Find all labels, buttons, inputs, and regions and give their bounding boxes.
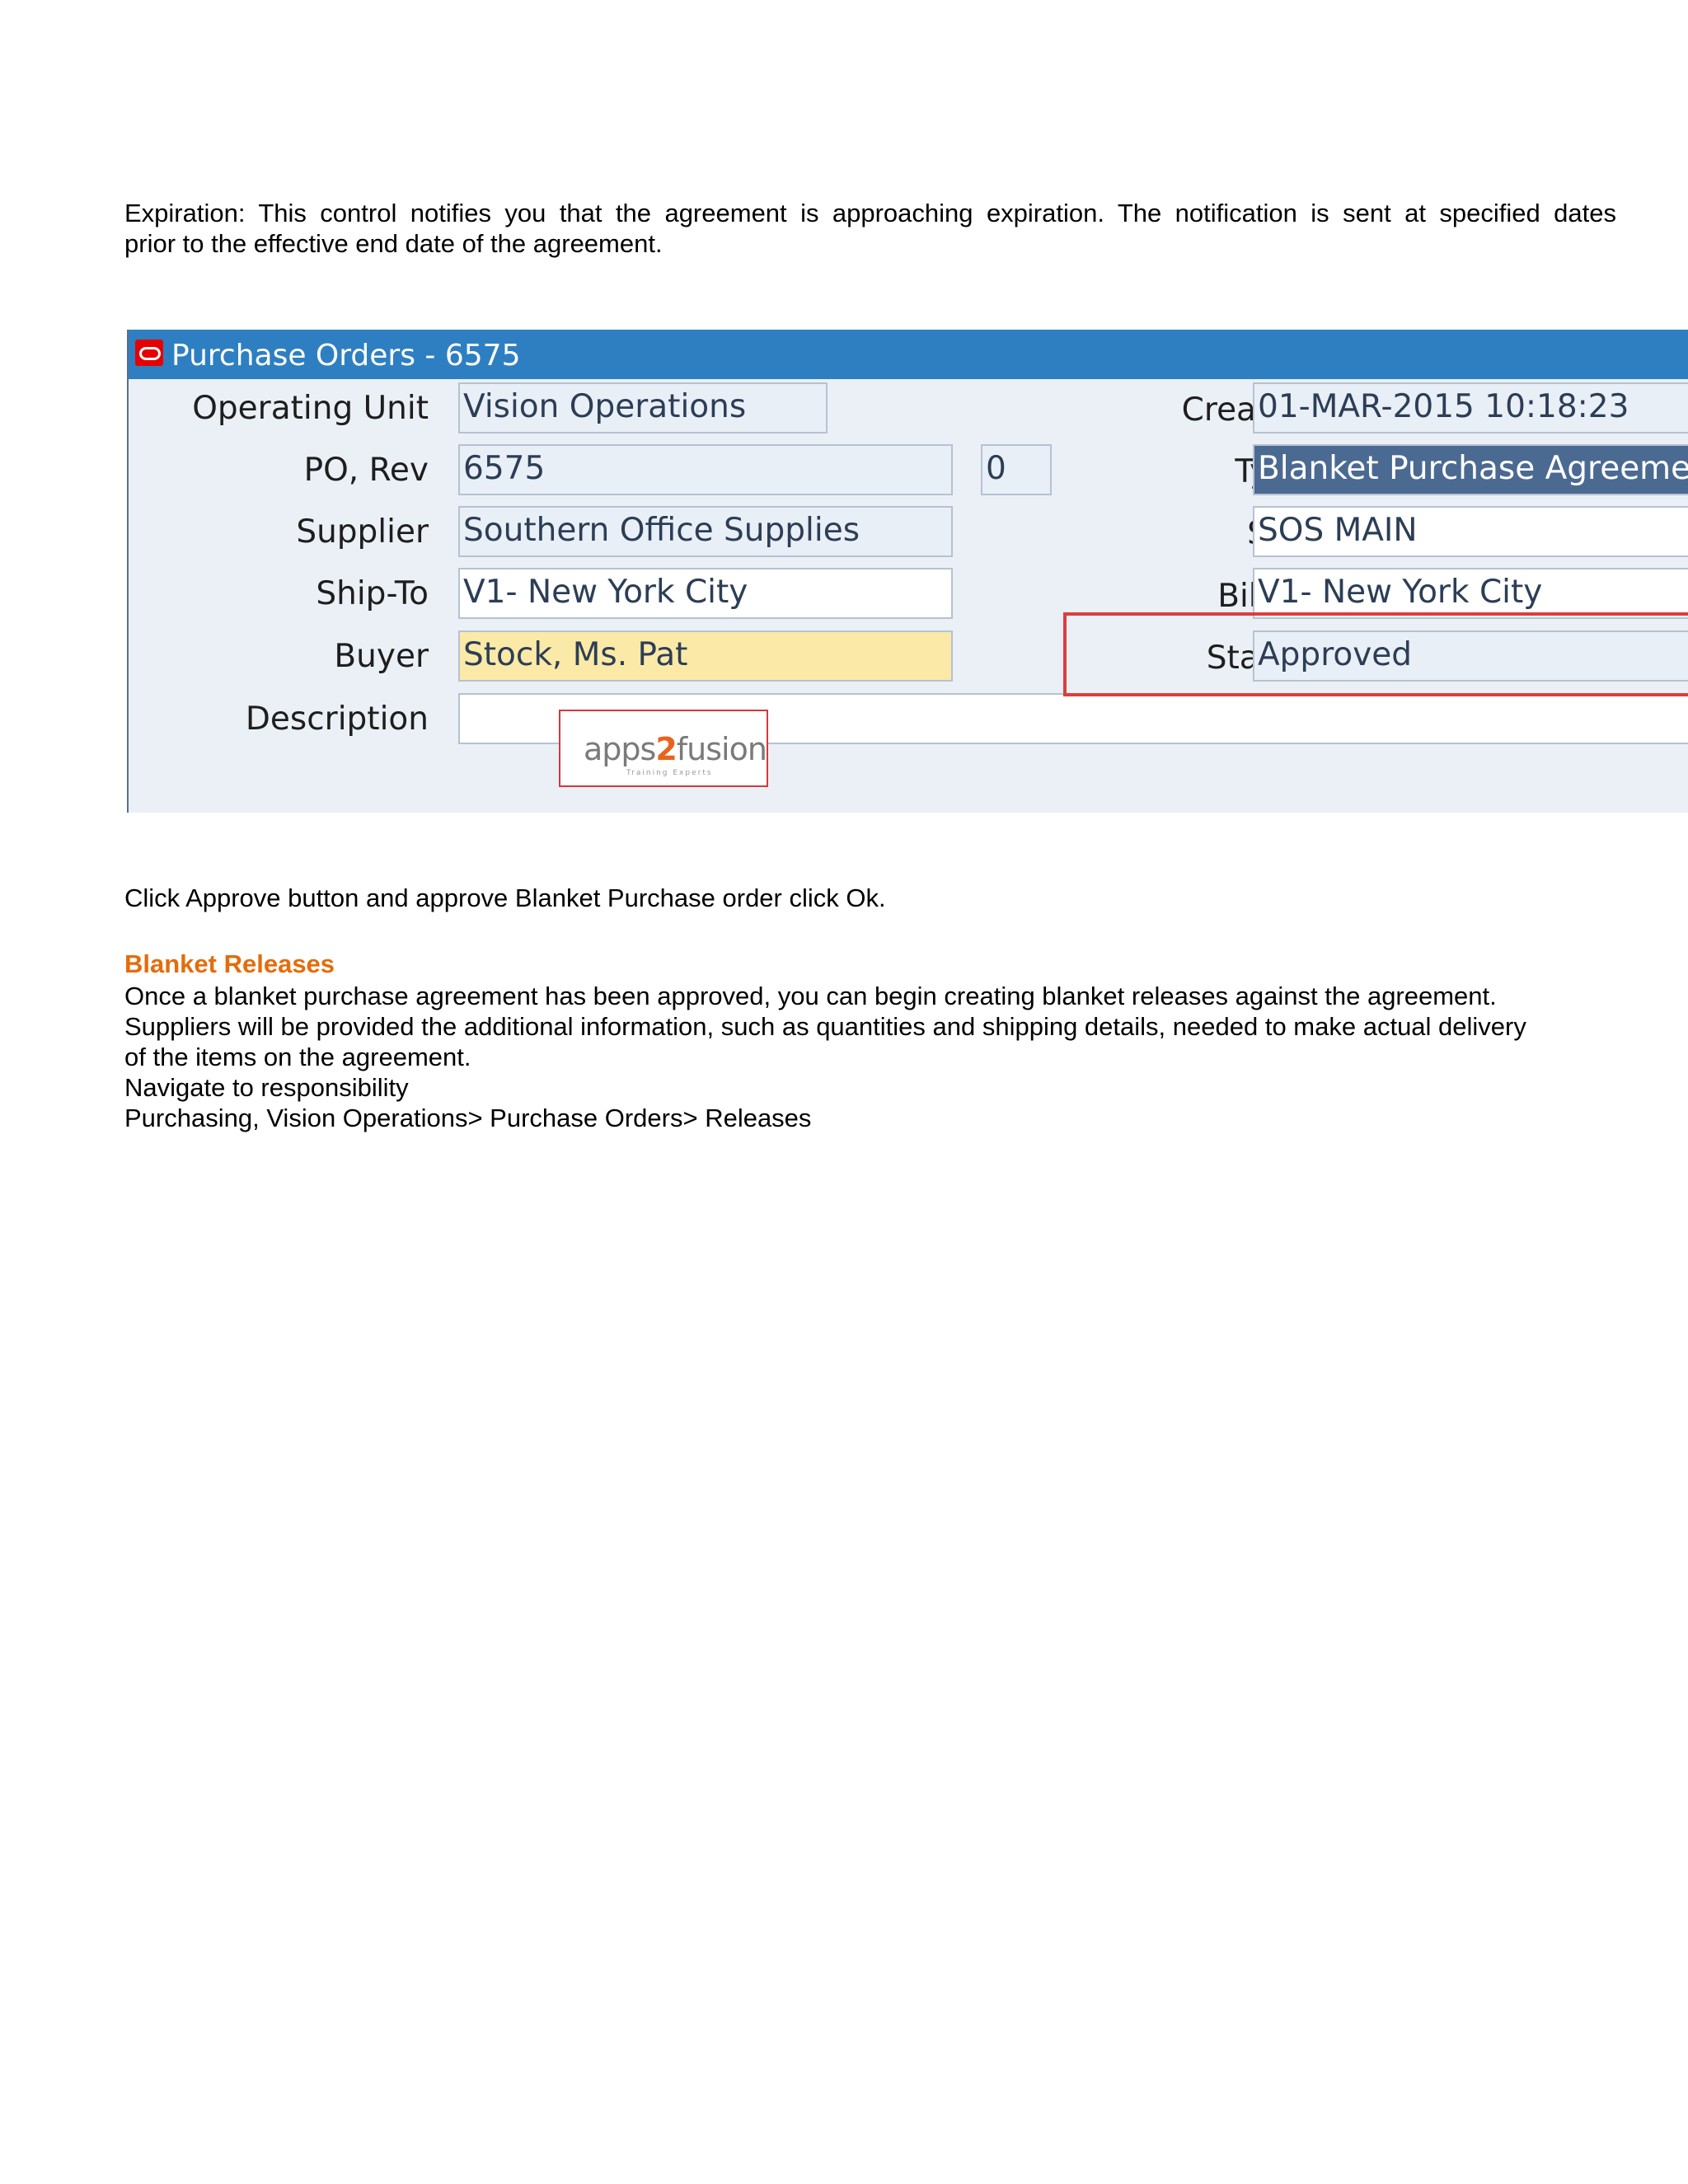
- po-number-field[interactable]: 6575: [458, 444, 953, 495]
- releases-line-1: Once a blanket purchase agreement has be…: [124, 982, 1497, 1010]
- operating-unit-label: Operating Unit: [192, 390, 429, 427]
- logo-wordmark: apps2fusion: [584, 731, 767, 767]
- buyer-field[interactable]: Stock, Ms. Pat: [458, 630, 953, 682]
- window-title: Purchase Orders - 6575: [171, 339, 521, 373]
- section-heading: Blanket Releases: [124, 949, 335, 978]
- supplier-field[interactable]: Southern Office Supplies: [458, 506, 953, 557]
- releases-line-3: of the items on the agreement.: [124, 1043, 471, 1071]
- intro-paragraph: Expiration: This control notifies you th…: [124, 198, 1616, 259]
- releases-paragraph: Once a blanket purchase agreement has be…: [124, 981, 1633, 1133]
- po-rev-label: PO, Rev: [303, 452, 429, 489]
- description-label: Description: [245, 701, 429, 738]
- window-title-bar: Purchase Orders - 6575: [129, 330, 1688, 379]
- ship-to-label: Ship-To: [316, 575, 429, 612]
- apps2fusion-logo: apps2fusion Training Experts: [559, 710, 768, 787]
- operating-unit-field[interactable]: Vision Operations: [458, 382, 828, 434]
- logo-tagline: Training Experts: [626, 769, 713, 777]
- releases-line-2: Suppliers will be provided the additiona…: [124, 1012, 1526, 1041]
- intro-line-2: prior to the effective end date of the a…: [124, 229, 663, 258]
- intro-line-1: Expiration: This control notifies you th…: [124, 199, 1616, 227]
- buyer-label: Buyer: [334, 638, 429, 675]
- releases-line-4: Navigate to responsibility: [124, 1073, 409, 1102]
- site-field[interactable]: SOS MAIN: [1253, 506, 1688, 557]
- supplier-label: Supplier: [296, 513, 429, 551]
- created-field[interactable]: 01-MAR-2015 10:18:23: [1253, 382, 1688, 434]
- purchase-orders-form-screenshot: Purchase Orders - 6575 Operating Unit Vi…: [127, 330, 1688, 813]
- releases-line-5: Purchasing, Vision Operations> Purchase …: [124, 1104, 812, 1132]
- bill-to-field[interactable]: V1- New York City: [1253, 568, 1688, 619]
- type-field[interactable]: Blanket Purchase Agreemen: [1253, 444, 1688, 495]
- status-highlight-box: [1063, 612, 1688, 696]
- ship-to-field[interactable]: V1- New York City: [458, 568, 953, 619]
- click-instruction: Click Approve button and approve Blanket…: [124, 883, 886, 912]
- oracle-icon: [135, 340, 163, 366]
